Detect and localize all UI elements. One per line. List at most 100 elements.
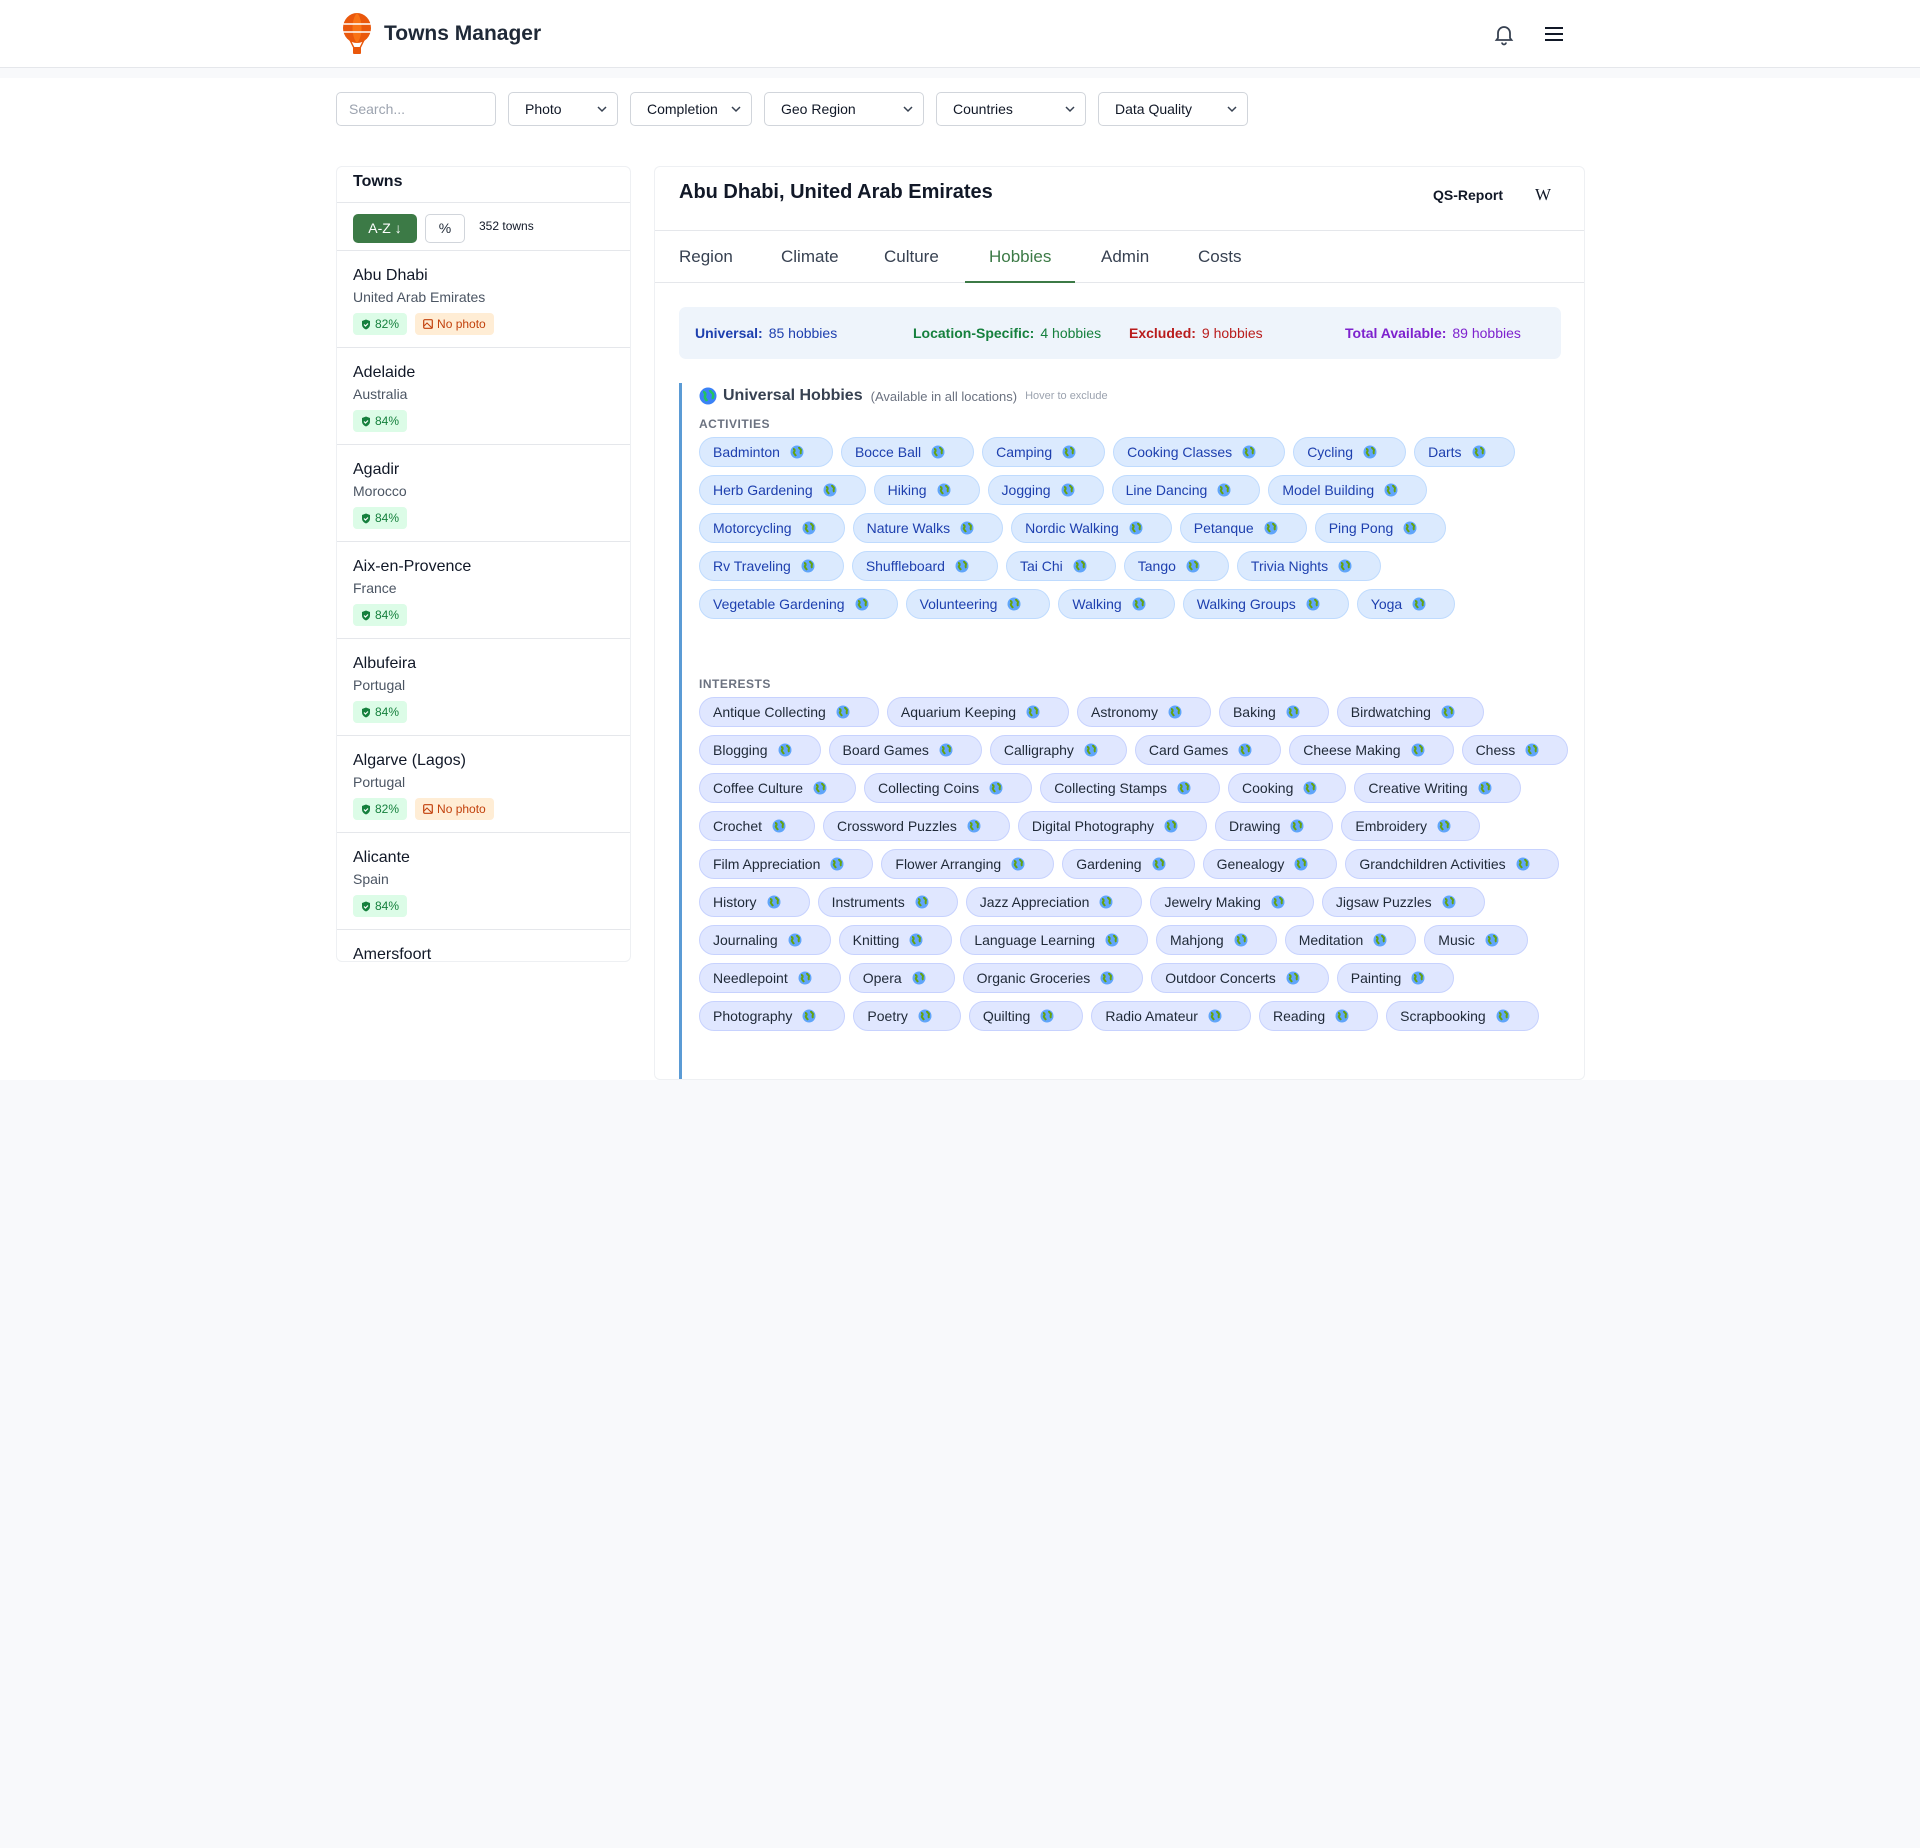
hobby-chip[interactable]: Meditation bbox=[1284, 925, 1417, 955]
hobby-chip[interactable]: Blogging bbox=[699, 735, 821, 765]
hobby-chip[interactable]: Needlepoint bbox=[699, 963, 841, 993]
tab-climate[interactable]: Climate bbox=[781, 231, 839, 283]
town-list-item[interactable]: Adelaide Australia 84% bbox=[337, 348, 630, 445]
hobby-chip[interactable]: Radio Amateur bbox=[1091, 1001, 1251, 1031]
hobby-chip[interactable]: Cooking bbox=[1228, 773, 1347, 803]
hobby-chip[interactable]: Herb Gardening bbox=[699, 475, 866, 505]
hobby-chip[interactable]: Opera bbox=[848, 963, 955, 993]
hobby-chip[interactable]: Jogging bbox=[987, 475, 1104, 505]
hobby-chip[interactable]: Film Appreciation bbox=[699, 849, 874, 879]
hobby-chip[interactable]: Nature Walks bbox=[852, 513, 1004, 543]
hobby-chip[interactable]: Genealogy bbox=[1202, 849, 1338, 879]
hobby-chip[interactable]: Darts bbox=[1414, 437, 1515, 467]
hobby-chip[interactable]: Bocce Ball bbox=[840, 437, 975, 467]
hobby-chip[interactable]: Grandchildren Activities bbox=[1345, 849, 1559, 879]
hobby-chip[interactable]: Vegetable Gardening bbox=[699, 589, 898, 619]
hobby-chip[interactable]: Model Building bbox=[1268, 475, 1428, 505]
photo-filter-select[interactable]: Photo bbox=[508, 92, 618, 126]
hobby-chip[interactable]: Jewelry Making bbox=[1150, 887, 1314, 917]
hobby-chip[interactable]: Music bbox=[1424, 925, 1528, 955]
hobby-chip[interactable]: Quilting bbox=[968, 1001, 1084, 1031]
hobby-chip[interactable]: History bbox=[699, 887, 810, 917]
hobby-chip[interactable]: Nordic Walking bbox=[1011, 513, 1172, 543]
hobby-chip[interactable]: Chess bbox=[1461, 735, 1569, 765]
hobby-chip[interactable]: Journaling bbox=[699, 925, 831, 955]
hobby-chip[interactable]: Walking bbox=[1058, 589, 1175, 619]
hobby-chip[interactable]: Line Dancing bbox=[1111, 475, 1261, 505]
hobby-chip[interactable]: Walking Groups bbox=[1182, 589, 1349, 619]
hobby-chip[interactable]: Crossword Puzzles bbox=[823, 811, 1010, 841]
hobby-chip[interactable]: Badminton bbox=[699, 437, 833, 467]
tab-costs[interactable]: Costs bbox=[1198, 231, 1241, 283]
sort-percent-button[interactable]: % bbox=[425, 214, 465, 243]
completion-filter-select[interactable]: Completion bbox=[630, 92, 752, 126]
wikipedia-icon[interactable]: W bbox=[1535, 185, 1551, 205]
hobby-chip[interactable]: Camping bbox=[982, 437, 1106, 467]
hobby-chip[interactable]: Rv Traveling bbox=[699, 551, 844, 581]
hobby-chip[interactable]: Motorcycling bbox=[699, 513, 845, 543]
tab-hobbies[interactable]: Hobbies bbox=[965, 231, 1076, 283]
hobby-chip[interactable]: Instruments bbox=[817, 887, 958, 917]
bell-icon[interactable] bbox=[1492, 22, 1516, 46]
hobby-chip[interactable]: Coffee Culture bbox=[699, 773, 857, 803]
hobby-chip[interactable]: Shuffleboard bbox=[851, 551, 998, 581]
tab-region[interactable]: Region bbox=[679, 231, 733, 283]
hobby-chip[interactable]: Digital Photography bbox=[1017, 811, 1208, 841]
town-list-item[interactable]: Algarve (Lagos) Portugal 82% No photo bbox=[337, 736, 630, 833]
hobby-chip[interactable]: Astronomy bbox=[1077, 697, 1211, 727]
hobby-chip[interactable]: Reading bbox=[1258, 1001, 1379, 1031]
town-list-item[interactable]: Alicante Spain 84% bbox=[337, 833, 630, 930]
hobby-chip[interactable]: Photography bbox=[699, 1001, 846, 1031]
hobby-chip[interactable]: Knitting bbox=[838, 925, 953, 955]
hobby-chip[interactable]: Hiking bbox=[873, 475, 980, 505]
sort-az-button[interactable]: A-Z ↓ bbox=[353, 214, 417, 243]
hobby-chip[interactable]: Ping Pong bbox=[1314, 513, 1447, 543]
hobby-chip[interactable]: Scrapbooking bbox=[1386, 1001, 1539, 1031]
town-list-item[interactable]: Aix-en-Provence France 84% bbox=[337, 542, 630, 639]
geo-region-filter-select[interactable]: Geo Region bbox=[764, 92, 924, 126]
brand[interactable]: Towns Manager bbox=[342, 12, 541, 56]
tab-admin[interactable]: Admin bbox=[1101, 231, 1149, 283]
countries-filter-select[interactable]: Countries bbox=[936, 92, 1086, 126]
hobby-chip[interactable]: Outdoor Concerts bbox=[1151, 963, 1329, 993]
hobby-chip[interactable]: Board Games bbox=[828, 735, 982, 765]
hobby-chip[interactable]: Organic Groceries bbox=[962, 963, 1144, 993]
hobby-chip[interactable]: Language Learning bbox=[960, 925, 1148, 955]
qs-report-link[interactable]: QS-Report bbox=[1433, 187, 1503, 203]
hamburger-menu-icon[interactable] bbox=[1542, 22, 1566, 46]
hobby-chip[interactable]: Antique Collecting bbox=[699, 697, 879, 727]
hobby-chip[interactable]: Painting bbox=[1336, 963, 1455, 993]
hobby-chip[interactable]: Volunteering bbox=[905, 589, 1051, 619]
hobby-chip[interactable]: Gardening bbox=[1062, 849, 1195, 879]
hobby-chip[interactable]: Tango bbox=[1123, 551, 1229, 581]
hobby-chip[interactable]: Calligraphy bbox=[989, 735, 1127, 765]
hobby-chip[interactable]: Card Games bbox=[1134, 735, 1282, 765]
town-list-item[interactable]: Amersfoort bbox=[337, 930, 630, 961]
hobby-chip[interactable]: Drawing bbox=[1215, 811, 1334, 841]
hobby-chip[interactable]: Petanque bbox=[1179, 513, 1307, 543]
hobby-chip[interactable]: Cooking Classes bbox=[1113, 437, 1286, 467]
town-list-item[interactable]: Agadir Morocco 84% bbox=[337, 445, 630, 542]
hobby-chip[interactable]: Creative Writing bbox=[1354, 773, 1521, 803]
hobby-chip[interactable]: Cheese Making bbox=[1289, 735, 1454, 765]
hobby-chip[interactable]: Mahjong bbox=[1155, 925, 1277, 955]
hobby-chip[interactable]: Tai Chi bbox=[1005, 551, 1116, 581]
hobby-chip[interactable]: Trivia Nights bbox=[1236, 551, 1382, 581]
data-quality-filter-select[interactable]: Data Quality bbox=[1098, 92, 1248, 126]
hobby-chip[interactable]: Crochet bbox=[699, 811, 816, 841]
hobby-chip[interactable]: Jazz Appreciation bbox=[965, 887, 1143, 917]
hobby-chip[interactable]: Baking bbox=[1218, 697, 1329, 727]
town-list-item[interactable]: Abu Dhabi United Arab Emirates 82% No phot… bbox=[337, 251, 630, 348]
hobby-chip[interactable]: Cycling bbox=[1293, 437, 1407, 467]
hobby-chip[interactable]: Embroidery bbox=[1341, 811, 1480, 841]
hobby-chip[interactable]: Yoga bbox=[1356, 589, 1456, 619]
tab-culture[interactable]: Culture bbox=[884, 231, 939, 283]
hobby-chip[interactable]: Flower Arranging bbox=[881, 849, 1055, 879]
hobby-chip[interactable]: Jigsaw Puzzles bbox=[1321, 887, 1485, 917]
hobby-chip[interactable]: Aquarium Keeping bbox=[886, 697, 1070, 727]
town-list-item[interactable]: Albufeira Portugal 84% bbox=[337, 639, 630, 736]
hobby-chip[interactable]: Birdwatching bbox=[1336, 697, 1484, 727]
hobby-chip[interactable]: Poetry bbox=[853, 1001, 961, 1031]
hobby-chip[interactable]: Collecting Stamps bbox=[1040, 773, 1221, 803]
hobby-chip[interactable]: Collecting Coins bbox=[864, 773, 1033, 803]
